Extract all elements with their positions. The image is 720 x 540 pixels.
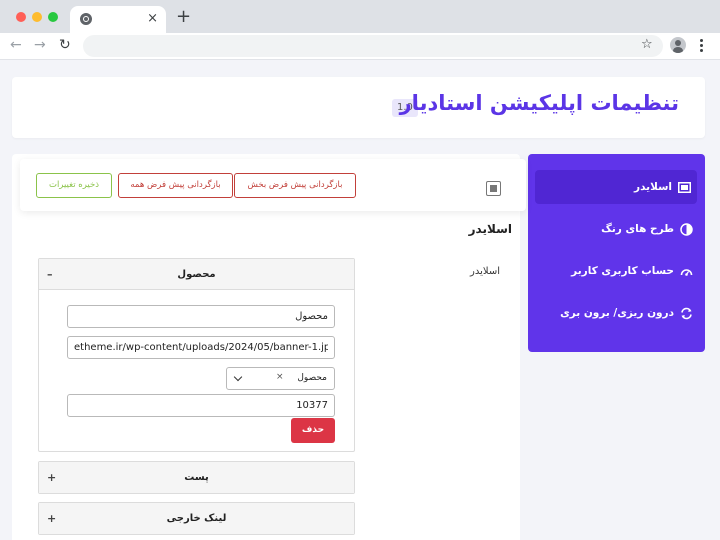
accordion-header[interactable]: – محصول bbox=[39, 259, 354, 290]
browser-tab[interactable]: × bbox=[70, 6, 166, 33]
slide-type-select[interactable]: محصول × bbox=[226, 367, 335, 390]
page: 1.0 تنظیمات اپلیکیشن استادیار اسلایدر طر… bbox=[0, 59, 720, 540]
color-scheme-icon bbox=[680, 222, 693, 236]
window-minimize-button[interactable] bbox=[32, 12, 42, 22]
accordion-product: – محصول محصول × حذف bbox=[38, 258, 355, 452]
accordion-external-link: + لینک خارجی bbox=[38, 502, 355, 535]
sidebar-item-label: درون ریزی/ برون بری bbox=[560, 307, 674, 319]
accordion-header[interactable]: + پست bbox=[39, 462, 354, 493]
back-arrow-icon[interactable]: ← bbox=[10, 37, 22, 53]
slide-title-input[interactable] bbox=[67, 305, 335, 328]
page-title: تنظیمات اپلیکیشن استادیار bbox=[399, 91, 679, 115]
sidebar-item-color-schemes[interactable]: طرح های رنگ bbox=[528, 212, 705, 246]
profile-avatar-icon[interactable] bbox=[670, 37, 686, 53]
browser-toolbar: ← → ↻ ☆ bbox=[0, 33, 720, 59]
main-panel: ذخیره تغییرات بازگردانی پیش فرض همه بازگ… bbox=[12, 154, 526, 540]
header-card: 1.0 تنظیمات اپلیکیشن استادیار bbox=[12, 77, 705, 138]
window-maximize-button[interactable] bbox=[48, 12, 58, 22]
forward-arrow-icon[interactable]: → bbox=[34, 37, 46, 53]
sidebar-item-label: حساب کاربری کاربر bbox=[571, 265, 674, 277]
sidebar-item-user-account[interactable]: حساب کاربری کاربر bbox=[528, 254, 705, 288]
delete-slide-button[interactable]: حذف bbox=[291, 418, 335, 443]
action-bar: ذخیره تغییرات بازگردانی پیش فرض همه بازگ… bbox=[20, 159, 526, 211]
accordion-title: محصول bbox=[177, 269, 216, 280]
browser-menu-icon[interactable] bbox=[700, 39, 703, 54]
reset-all-defaults-button[interactable]: بازگردانی پیش فرض همه bbox=[118, 173, 233, 198]
accordion-header[interactable]: + لینک خارجی bbox=[39, 503, 354, 534]
save-changes-button[interactable]: ذخیره تغییرات bbox=[36, 173, 112, 198]
new-tab-button[interactable]: + bbox=[176, 8, 191, 26]
chrome-icon bbox=[80, 13, 92, 25]
document-icon[interactable] bbox=[486, 181, 501, 196]
accordion-body: محصول × حذف bbox=[39, 290, 354, 451]
import-export-icon bbox=[680, 307, 693, 320]
slide-id-input[interactable] bbox=[67, 394, 335, 417]
slide-image-url-input[interactable] bbox=[67, 336, 335, 359]
sidebar-item-label: طرح های رنگ bbox=[601, 223, 674, 235]
sidebar-item-slider[interactable]: اسلایدر bbox=[535, 170, 697, 204]
chevron-down-icon[interactable] bbox=[233, 372, 243, 382]
browser-tab-bar: × + bbox=[0, 0, 720, 33]
slider-field-label: اسلایدر bbox=[470, 266, 500, 277]
settings-sidebar: اسلایدر طرح های رنگ حساب کاربری کاربر در… bbox=[528, 154, 705, 352]
tab-close-icon[interactable]: × bbox=[147, 11, 158, 27]
window-close-button[interactable] bbox=[16, 12, 26, 22]
section-title: اسلایدر bbox=[468, 222, 512, 236]
address-bar[interactable] bbox=[83, 35, 663, 57]
accordion-title: لینک خارجی bbox=[166, 513, 227, 524]
reload-icon[interactable]: ↻ bbox=[59, 37, 71, 53]
accordion-title: پست bbox=[184, 472, 209, 483]
slider-icon bbox=[678, 181, 691, 194]
reset-section-defaults-button[interactable]: بازگردانی پیش فرض بخش bbox=[234, 173, 356, 198]
accordion-post: + پست bbox=[38, 461, 355, 494]
select-value: محصول bbox=[297, 373, 327, 383]
clear-selection-icon[interactable]: × bbox=[276, 368, 284, 387]
sidebar-item-import-export[interactable]: درون ریزی/ برون بری bbox=[528, 296, 705, 330]
sidebar-item-label: اسلایدر bbox=[634, 181, 672, 193]
user-account-icon bbox=[680, 265, 693, 278]
bookmark-star-icon[interactable]: ☆ bbox=[641, 38, 653, 52]
